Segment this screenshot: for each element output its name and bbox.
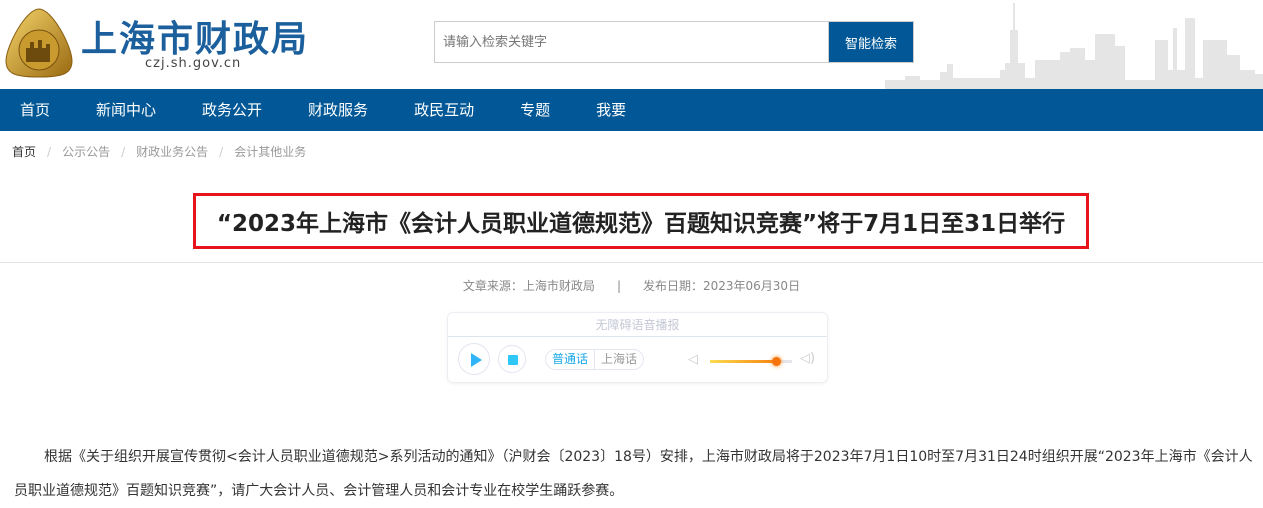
lang-mandarin[interactable]: 普通话 (546, 350, 596, 369)
divider (0, 262, 1263, 263)
breadcrumb-home[interactable]: 首页 (12, 145, 36, 159)
article-title: “2023年上海市《会计人员职业道德规范》百题知识竞赛”将于7月1日至31日举行 (216, 211, 1066, 237)
language-toggle: 普通话 上海话 (545, 349, 645, 370)
play-button[interactable] (458, 343, 490, 375)
nav-finance-services[interactable]: 财政服务 (308, 89, 368, 131)
breadcrumb-accounting-other[interactable]: 会计其他业务 (234, 145, 306, 159)
skyline-illustration (885, 3, 1263, 89)
logo-emblem-icon (5, 8, 73, 78)
breadcrumb-announcements[interactable]: 公示公告 (62, 145, 110, 159)
article-title-box: “2023年上海市《会计人员职业道德规范》百题知识竞赛”将于7月1日至31日举行 (193, 193, 1089, 249)
volume-slider[interactable] (710, 357, 792, 366)
article-date: 发布日期：2023年06月30日 (642, 279, 801, 293)
volume-knob[interactable] (771, 357, 781, 366)
site-name: 上海市财政局 (81, 18, 310, 59)
nav-news[interactable]: 新闻中心 (96, 89, 156, 131)
header: 上海市财政局 czj.sh.gov.cn 智能检索 (0, 0, 1263, 89)
breadcrumb-finance-announcements[interactable]: 财政业务公告 (136, 145, 208, 159)
article-source: 文章来源：上海市财政局 (462, 279, 595, 293)
stop-button[interactable] (498, 345, 526, 373)
audio-player: 无障碍语音播报 普通话 上海话 ◁ ◁) (447, 312, 828, 383)
breadcrumb: 首页 / 公示公告 / 财政业务公告 / 会计其他业务 (12, 145, 307, 159)
nav-home[interactable]: 首页 (20, 89, 50, 131)
meta-separator: | (616, 279, 621, 293)
article-body: 根据《关于组织开展宣传贯彻<会计人员职业道德规范>系列活动的通知》（沪财会〔20… (14, 449, 1253, 499)
nav-interaction[interactable]: 政民互动 (414, 89, 474, 131)
search-input[interactable] (434, 21, 829, 63)
volume-low-icon: ◁ (688, 352, 698, 367)
volume-fill (710, 360, 776, 363)
volume-high-icon: ◁) (800, 351, 816, 366)
nav-i-want[interactable]: 我要 (596, 89, 626, 131)
main-nav: 首页 新闻中心 政务公开 财政服务 政民互动 专题 我要 (0, 89, 1263, 131)
nav-government-affairs[interactable]: 政务公开 (202, 89, 262, 131)
lang-shanghainese[interactable]: 上海话 (595, 350, 643, 369)
audio-title: 无障碍语音播报 (448, 313, 827, 337)
site-url: czj.sh.gov.cn (145, 56, 242, 71)
nav-topics[interactable]: 专题 (520, 89, 550, 131)
article-meta: 文章来源：上海市财政局 | 发布日期：2023年06月30日 (0, 277, 1263, 294)
